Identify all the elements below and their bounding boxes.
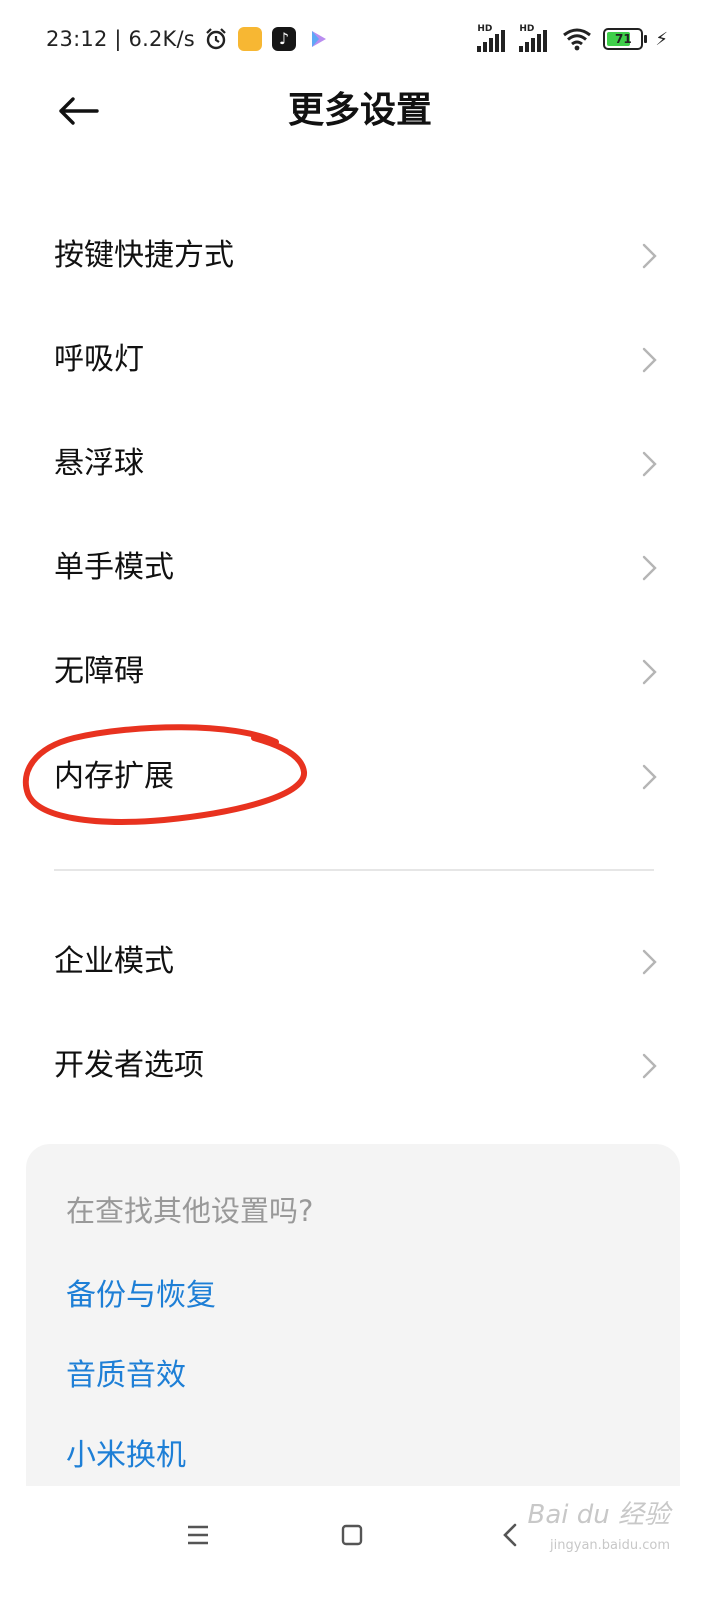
setting-item-floating-ball[interactable]: 悬浮球 [0, 412, 720, 516]
setting-item-breathing-light[interactable]: 呼吸灯 [0, 308, 720, 412]
suggestion-link-mi-mover[interactable]: 小米换机 [66, 1430, 186, 1474]
hd-signal-icon: HD [519, 24, 551, 52]
chevron-right-icon [642, 243, 657, 269]
chevron-right-icon [642, 949, 657, 975]
setting-item-label: 内存扩展 [54, 759, 174, 794]
section-divider [54, 869, 654, 871]
notes-app-icon [237, 26, 263, 52]
play-app-icon [305, 26, 331, 52]
setting-item-accessibility[interactable]: 无障碍 [0, 620, 720, 724]
tiktok-app-icon: ♪ [271, 26, 297, 52]
chevron-right-icon [642, 1053, 657, 1079]
chevron-right-icon [642, 659, 657, 685]
chevron-right-icon [642, 451, 657, 477]
home-icon [341, 1524, 363, 1546]
chevron-right-icon [642, 347, 657, 373]
chevron-right-icon [642, 764, 657, 790]
battery-level: 71 [615, 32, 632, 46]
setting-item-label: 按键快捷方式 [54, 238, 234, 273]
setting-item-one-handed-mode[interactable]: 单手模式 [0, 516, 720, 620]
alarm-icon [203, 26, 229, 52]
battery-icon: 71 [603, 28, 648, 50]
suggestion-link-sound-effects[interactable]: 音质音效 [66, 1350, 186, 1394]
setting-item-label: 无障碍 [54, 654, 144, 689]
hd-signal-icon: HD [477, 24, 509, 52]
watermark-site: jingyan.baidu.com [550, 1538, 670, 1553]
menu-button[interactable] [168, 1508, 228, 1562]
status-time-speed: 23:12 | 6.2K/s [46, 27, 195, 51]
menu-icon [188, 1525, 208, 1545]
setting-item-enterprise-mode[interactable]: 企业模式 [0, 910, 720, 1014]
suggestion-link-backup-restore[interactable]: 备份与恢复 [66, 1270, 216, 1314]
wifi-icon [561, 26, 593, 52]
charging-icon: ⚡ [655, 28, 668, 50]
status-left: 23:12 | 6.2K/s ♪ [46, 24, 331, 54]
chevron-right-icon [642, 555, 657, 581]
setting-item-memory-extension[interactable]: 内存扩展 [0, 725, 720, 829]
suggestions-card: 在查找其他设置吗? 备份与恢复 音质音效 小米换机 [26, 1144, 680, 1544]
back-icon [503, 1523, 517, 1547]
watermark-logo: Bai du 经验 [527, 1500, 670, 1530]
status-right: HD HD 71 ⚡ [477, 24, 668, 54]
setting-item-label: 单手模式 [54, 550, 174, 585]
setting-item-label: 开发者选项 [54, 1048, 204, 1083]
suggestions-title: 在查找其他设置吗? [66, 1194, 314, 1228]
page-title: 更多设置 [287, 90, 432, 131]
setting-item-label: 呼吸灯 [54, 342, 144, 377]
home-button[interactable] [322, 1508, 382, 1562]
setting-item-developer-options[interactable]: 开发者选项 [0, 1014, 720, 1118]
setting-item-key-shortcuts[interactable]: 按键快捷方式 [0, 204, 720, 308]
setting-item-label: 悬浮球 [54, 446, 144, 481]
setting-item-label: 企业模式 [54, 944, 174, 979]
status-bar: 23:12 | 6.2K/s ♪ HD HD 71 ⚡ [0, 0, 720, 80]
